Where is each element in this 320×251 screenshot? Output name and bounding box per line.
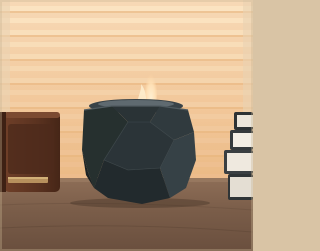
photo: [0, 0, 253, 251]
photo-scene: [0, 0, 253, 251]
concrete-fire-bowl: [82, 99, 196, 204]
wooden-radio: [0, 112, 60, 192]
